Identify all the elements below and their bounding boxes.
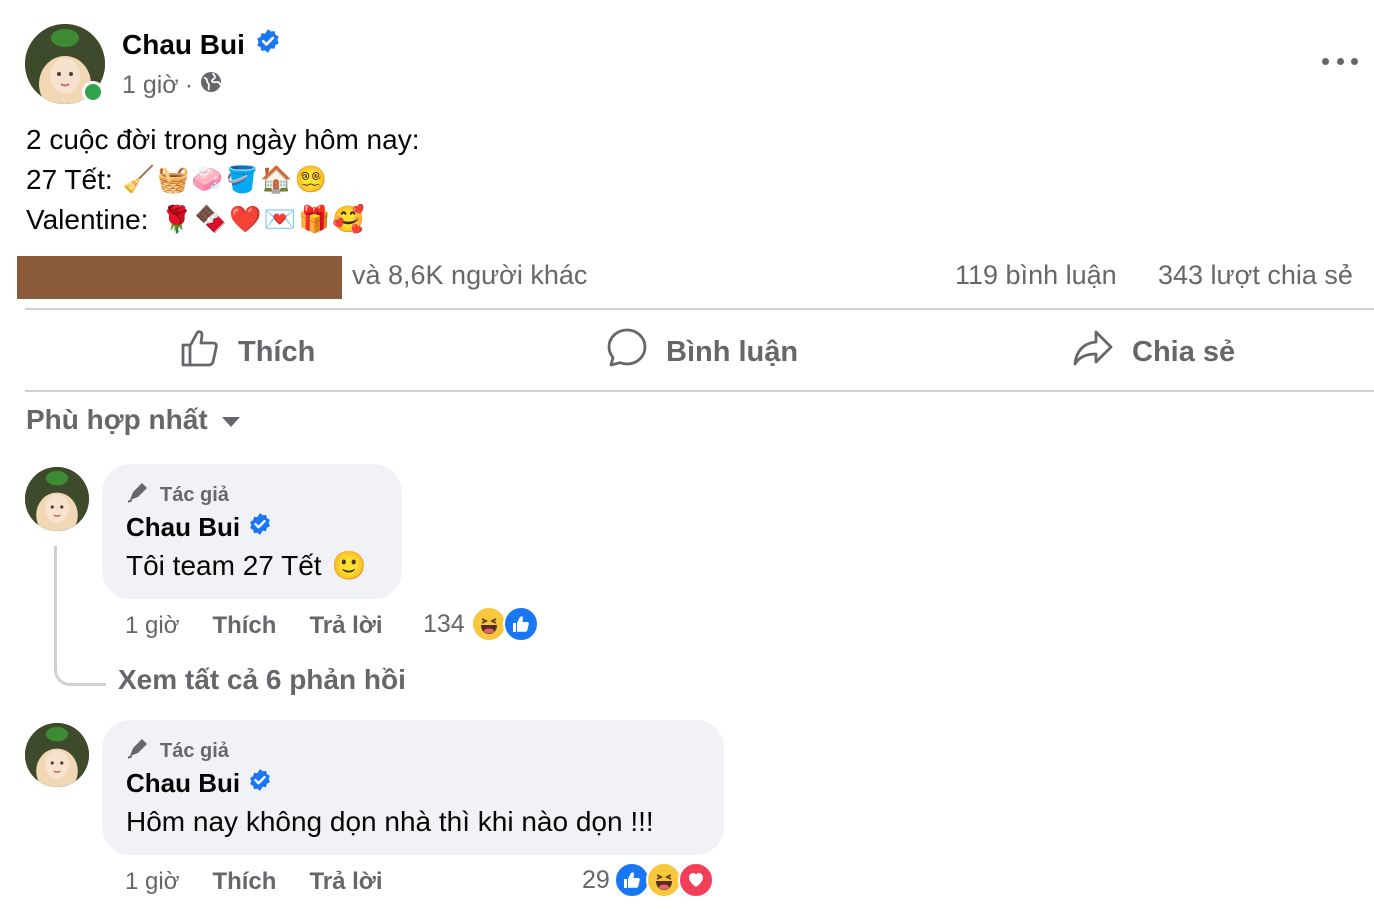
comment-time[interactable]: 1 giờ [125, 612, 179, 640]
comment-author-row: Chau Bui [126, 768, 272, 799]
comment-reply-button[interactable]: Trả lời [309, 612, 382, 640]
soap-emoji: 🧼 [191, 165, 224, 195]
comment-avatar[interactable] [25, 723, 89, 787]
haha-reaction-icon [470, 606, 507, 642]
caret-down-icon [221, 417, 240, 427]
like-label: Thích [238, 335, 316, 368]
chocolate-emoji: 🍫 [194, 205, 228, 235]
author-badge-label: Tác giả [160, 483, 229, 506]
pen-icon [126, 736, 152, 766]
love-reaction-icon [677, 862, 714, 898]
online-status-indicator [82, 81, 104, 103]
speech-bubble-icon [606, 327, 648, 377]
comment-sort-dropdown[interactable]: Phù hợp nhất [26, 404, 240, 436]
reaction-summary[interactable]: và 8,6K người khác [352, 260, 587, 291]
slight-smile-emoji: 🙂 [331, 549, 367, 582]
love-letter-emoji: 💌 [263, 205, 296, 235]
comment-reactions[interactable]: 134 [423, 606, 539, 642]
more-options-button[interactable] [1318, 48, 1362, 74]
share-label: Chia sẻ [1132, 335, 1236, 368]
comment-meta: 1 giờ Thích Trả lời [125, 612, 383, 640]
thumbs-up-icon [180, 328, 220, 376]
verified-badge-icon [255, 28, 281, 61]
comment-button[interactable]: Bình luận [606, 326, 798, 378]
author-badge-label: Tác giả [160, 739, 229, 762]
comment-like-button[interactable]: Thích [212, 868, 276, 896]
comment-text: Tôi team 27 Tết [126, 550, 322, 581]
post-text: Valentine: [26, 204, 149, 235]
comment-text-row: Hôm nay không dọn nhà thì khi nào dọn !!… [126, 806, 654, 838]
comment-meta: 1 giờ Thích Trả lời [125, 868, 383, 896]
dot-icon [1351, 57, 1358, 65]
like-button[interactable]: Thích [180, 326, 315, 378]
author-badge: Tác giả [126, 736, 229, 766]
dot-icon [1322, 57, 1329, 65]
comment-count[interactable]: 119 bình luận [955, 260, 1117, 291]
post-author-name-row: Chau Bui [122, 28, 281, 61]
comment-author-row: Chau Bui [126, 512, 272, 543]
like-reaction-icon [502, 606, 539, 642]
comment-avatar[interactable] [25, 467, 89, 531]
like-reaction-icon [613, 862, 650, 898]
verified-badge-icon [248, 768, 272, 799]
post-meta: 1 giờ · [122, 70, 223, 101]
comment-reply-button[interactable]: Trả lời [309, 868, 382, 896]
sort-label: Phù hợp nhất [26, 404, 208, 435]
heart-emoji: ❤️ [229, 205, 262, 235]
reply-thread-line [54, 546, 106, 686]
divider [25, 308, 1374, 310]
basket-emoji: 🧺 [157, 165, 190, 195]
share-count[interactable]: 343 lượt chia sẻ [1158, 260, 1353, 291]
share-arrow-icon [1072, 328, 1114, 376]
comment-author-name[interactable]: Chau Bui [126, 512, 240, 543]
comment-text-row: Tôi team 27 Tết 🙂 [126, 550, 368, 582]
verified-badge-icon [248, 512, 272, 543]
broom-emoji: 🧹 [122, 165, 156, 195]
gift-emoji: 🎁 [297, 205, 331, 235]
post-text-line-1: 2 cuộc đời trong ngày hôm nay: [26, 124, 419, 156]
post-time[interactable]: 1 giờ [122, 71, 179, 100]
post-text: 27 Tết: [26, 164, 113, 195]
redacted-reactors-block [17, 256, 342, 299]
comment-text: Hôm nay không dọn nhà thì khi nào dọn !!… [126, 806, 654, 837]
comment-bubble: Tác giả Chau Bui Hôm nay không dọn nhà t… [102, 720, 724, 855]
meta-separator: · [184, 71, 194, 99]
globe-icon [199, 70, 223, 101]
comment-reactions[interactable]: 29 [582, 862, 714, 898]
dot-icon [1336, 57, 1344, 65]
pen-icon [126, 480, 152, 510]
house-emoji: 🏠 [260, 165, 293, 195]
post-text-line-3: Valentine: 🌹 🍫 ❤️ 💌 🎁 🥰 [26, 204, 367, 236]
post-author-name[interactable]: Chau Bui [122, 29, 245, 61]
reaction-count: 29 [582, 865, 610, 894]
reaction-count: 134 [423, 609, 465, 638]
comment-label: Bình luận [666, 335, 799, 368]
comment-like-button[interactable]: Thích [212, 612, 276, 640]
rose-emoji: 🌹 [160, 205, 193, 235]
bucket-emoji: 🪣 [225, 165, 259, 195]
comment-author-name[interactable]: Chau Bui [126, 768, 240, 799]
haha-reaction-icon [645, 862, 682, 898]
dizzy-face-emoji: 😵‍💫 [294, 165, 327, 195]
author-badge: Tác giả [126, 480, 229, 510]
divider [25, 390, 1374, 392]
comment-time[interactable]: 1 giờ [125, 868, 179, 896]
smiling-hearts-emoji: 🥰 [332, 205, 365, 235]
post-text-line-2: 27 Tết: 🧹 🧺 🧼 🪣 🏠 😵‍💫 [26, 164, 329, 196]
share-button[interactable]: Chia sẻ [1072, 326, 1235, 378]
view-all-replies-link[interactable]: Xem tất cả 6 phản hồi [118, 664, 406, 696]
post-text: 2 cuộc đời trong ngày hôm nay: [26, 124, 420, 155]
comment-bubble: Tác giả Chau Bui Tôi team 27 Tết 🙂 [102, 464, 402, 599]
